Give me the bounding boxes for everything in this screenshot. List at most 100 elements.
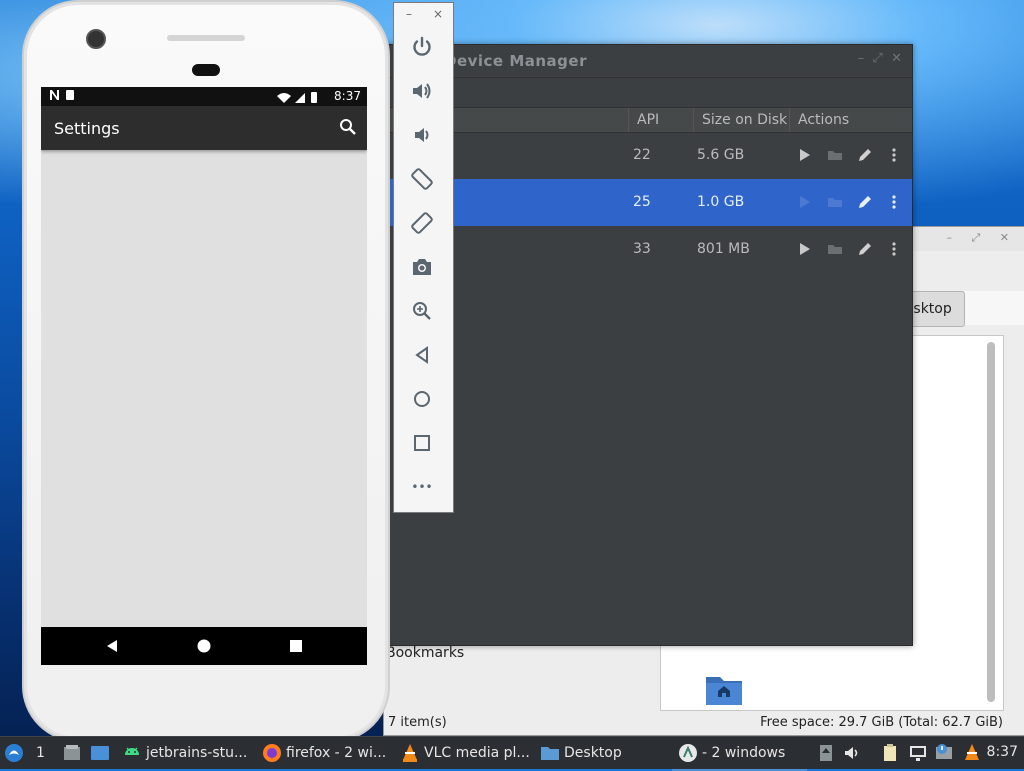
front-camera (86, 29, 106, 49)
earpiece-speaker (167, 35, 245, 41)
run-icon[interactable] (794, 239, 814, 259)
column-actions: Actions (798, 112, 850, 128)
power-icon[interactable] (410, 35, 434, 59)
size-on-disk: 801 MB (697, 241, 750, 257)
item-count: 7 item(s) (388, 715, 447, 730)
android-studio-icon (679, 744, 697, 762)
volume-up-icon[interactable] (410, 79, 434, 103)
bookmarks-label: Bookmarks (386, 645, 465, 661)
file-manager-icon (64, 745, 80, 760)
column-separator (693, 108, 694, 132)
volume-icon[interactable] (842, 743, 862, 763)
vlc-tray-icon[interactable] (962, 743, 982, 763)
folder-icon[interactable] (825, 239, 845, 259)
status-bar: 7 item(s) Free space: 29.7 GiB (Total: 6… (384, 711, 1024, 735)
table-row[interactable]: 22 5.6 GB (384, 132, 912, 179)
edit-icon[interactable] (855, 145, 875, 165)
proximity-sensor (192, 64, 220, 76)
table-row[interactable]: 33 801 MB (384, 226, 912, 273)
more-vert-icon[interactable] (884, 145, 904, 165)
notification-icon[interactable] (934, 743, 954, 763)
clipboard-icon[interactable] (880, 743, 900, 763)
nav-overview-icon[interactable] (288, 638, 304, 654)
folder-icon (541, 747, 559, 760)
status-icons (277, 92, 317, 103)
edit-icon[interactable] (855, 192, 875, 212)
run-icon[interactable] (794, 145, 814, 165)
android-status-bar: 8:37 (41, 87, 367, 106)
table-header: API Size on Disk Actions (384, 107, 912, 133)
android-nav-bar (41, 627, 367, 665)
emulator-toolbar: – × ••• (393, 2, 454, 513)
taskbar-item-vlc[interactable]: VLC media pl... (400, 737, 530, 769)
column-separator (789, 108, 790, 132)
path-bar (964, 291, 1024, 325)
more-icon[interactable]: ••• (410, 475, 434, 499)
api-level: 33 (633, 241, 651, 257)
workspace-number: 1 (36, 745, 45, 761)
minimize-button[interactable]: – (406, 7, 412, 21)
notification-n-icon (50, 90, 74, 100)
folder-icon[interactable] (825, 145, 845, 165)
clock[interactable]: 8:37 (987, 744, 1018, 760)
show-desktop-button[interactable] (90, 737, 114, 769)
network-icon[interactable] (908, 743, 928, 763)
taskbar-item-jetbrains[interactable]: jetbrains-stu... (122, 737, 247, 769)
free-space: Free space: 29.7 GiB (Total: 62.7 GiB) (760, 715, 1003, 730)
column-separator (628, 108, 629, 132)
close-button[interactable]: × (433, 7, 443, 21)
more-vert-icon[interactable] (884, 239, 904, 259)
device-manager-toolbar (384, 77, 912, 108)
home-icon[interactable] (410, 387, 434, 411)
show-desktop-icon (91, 746, 109, 760)
notification-icons (49, 89, 77, 104)
size-on-disk: 1.0 GB (697, 194, 745, 210)
emulator-toolbar-controls: – × (394, 7, 453, 23)
window-controls[interactable]: – ⤢ ✕ (946, 231, 1017, 245)
overview-icon[interactable] (410, 431, 434, 455)
zoom-icon[interactable] (410, 299, 434, 323)
app-title: Settings (54, 119, 120, 138)
volume-down-icon[interactable] (410, 123, 434, 147)
api-level: 25 (633, 194, 651, 210)
home-folder-icon[interactable] (704, 671, 744, 707)
size-on-disk: 5.6 GB (697, 147, 745, 163)
folder-icon[interactable] (825, 192, 845, 212)
table-row-selected[interactable]: 25 1.0 GB (384, 179, 912, 226)
path-button-desktop[interactable]: Desktop (907, 291, 965, 327)
nav-home-icon[interactable] (196, 638, 212, 654)
vlc-icon (403, 744, 417, 762)
taskbar-item-desktop[interactable]: Desktop (540, 737, 622, 769)
files-launcher[interactable] (62, 737, 86, 769)
workspace-switcher[interactable]: 1 (36, 737, 52, 769)
scrollbar[interactable] (987, 342, 995, 702)
more-vert-icon[interactable] (884, 192, 904, 212)
rotate-right-icon[interactable] (410, 211, 434, 235)
android-icon (125, 747, 139, 755)
eject-icon[interactable] (816, 743, 836, 763)
run-icon[interactable] (794, 192, 814, 212)
rotate-left-icon[interactable] (410, 167, 434, 191)
column-api[interactable]: API (637, 112, 659, 128)
start-menu-icon (5, 744, 23, 762)
taskbar-item-2-windows[interactable]: - 2 windows (672, 737, 807, 771)
column-size[interactable]: Size on Disk (702, 112, 787, 128)
settings-app-bar: Settings (41, 106, 367, 150)
camera-icon[interactable] (410, 255, 434, 279)
window-controls[interactable]: – ⤢ ✕ (858, 51, 902, 66)
device-manager-window: Device Manager – ⤢ ✕ API Size on Disk Ac… (383, 44, 913, 646)
back-icon[interactable] (410, 343, 434, 367)
firefox-icon (263, 744, 281, 762)
start-menu-button[interactable] (4, 737, 28, 769)
api-level: 22 (633, 147, 651, 163)
search-icon[interactable] (339, 118, 357, 136)
status-time: 8:37 (334, 89, 361, 103)
window-title: Device Manager (444, 52, 587, 70)
emulator-phone-frame: 8:37 Settings (22, 0, 390, 742)
edit-icon[interactable] (855, 239, 875, 259)
taskbar: 1 jetbrains-stu... firefox - 2 wi... VLC… (0, 736, 1024, 771)
taskbar-item-firefox[interactable]: firefox - 2 wi... (262, 737, 386, 769)
nav-back-icon[interactable] (104, 638, 120, 654)
device-manager-titlebar: Device Manager – ⤢ ✕ (384, 45, 912, 77)
emulator-screen[interactable]: 8:37 Settings (41, 87, 367, 665)
